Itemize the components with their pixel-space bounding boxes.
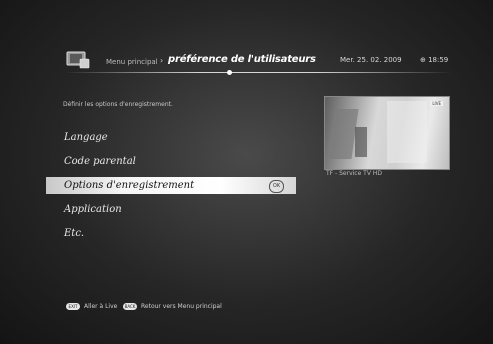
menu-item-label: Application (64, 204, 122, 215)
channel-label: TF - Service TV HD (326, 170, 382, 177)
preview-image-detail (355, 127, 367, 157)
tv-menu-icon (66, 51, 90, 69)
menu-item-options-enregistrement[interactable]: Options d'enregistrement OK (46, 177, 296, 194)
back-key-icon: BACK (123, 303, 137, 310)
exit-hint-label: Aller à Live (84, 303, 118, 310)
exit-key-icon: EXIT (66, 303, 80, 310)
breadcrumb-root: Menu principal (106, 58, 158, 66)
menu-item-application[interactable]: Application (46, 201, 296, 218)
menu-item-langage[interactable]: Langage (46, 129, 296, 146)
menu-item-label: Etc. (64, 228, 85, 239)
live-preview-window: LIVE (324, 96, 450, 170)
tv-screen: Menu principal › préférence de l'utilisa… (0, 0, 493, 344)
menu-item-code-parental[interactable]: Code parental (46, 153, 296, 170)
page-title: préférence de l'utilisateurs (168, 54, 316, 65)
menu-item-label: Code parental (64, 156, 136, 167)
menu-item-etc[interactable]: Etc. (46, 225, 296, 242)
ok-icon: OK (269, 180, 284, 193)
menu-item-label: Options d'enregistrement (64, 180, 195, 191)
menu-item-label: Langage (64, 132, 108, 143)
header: Menu principal › préférence de l'utilisa… (0, 0, 493, 80)
preview-image-detail (387, 101, 427, 163)
back-hint-label: Retour vers Menu principal (141, 303, 222, 310)
instruction-text: Définir les options d'enregistrement. (63, 101, 173, 108)
divider-dot (227, 70, 232, 75)
date-display: Mer. 25. 02. 2009 (340, 56, 402, 64)
time-display: ⊕ 18:59 (420, 56, 449, 64)
breadcrumb-separator: › (160, 56, 164, 65)
header-divider (64, 72, 452, 73)
live-badge: LIVE (430, 101, 443, 106)
